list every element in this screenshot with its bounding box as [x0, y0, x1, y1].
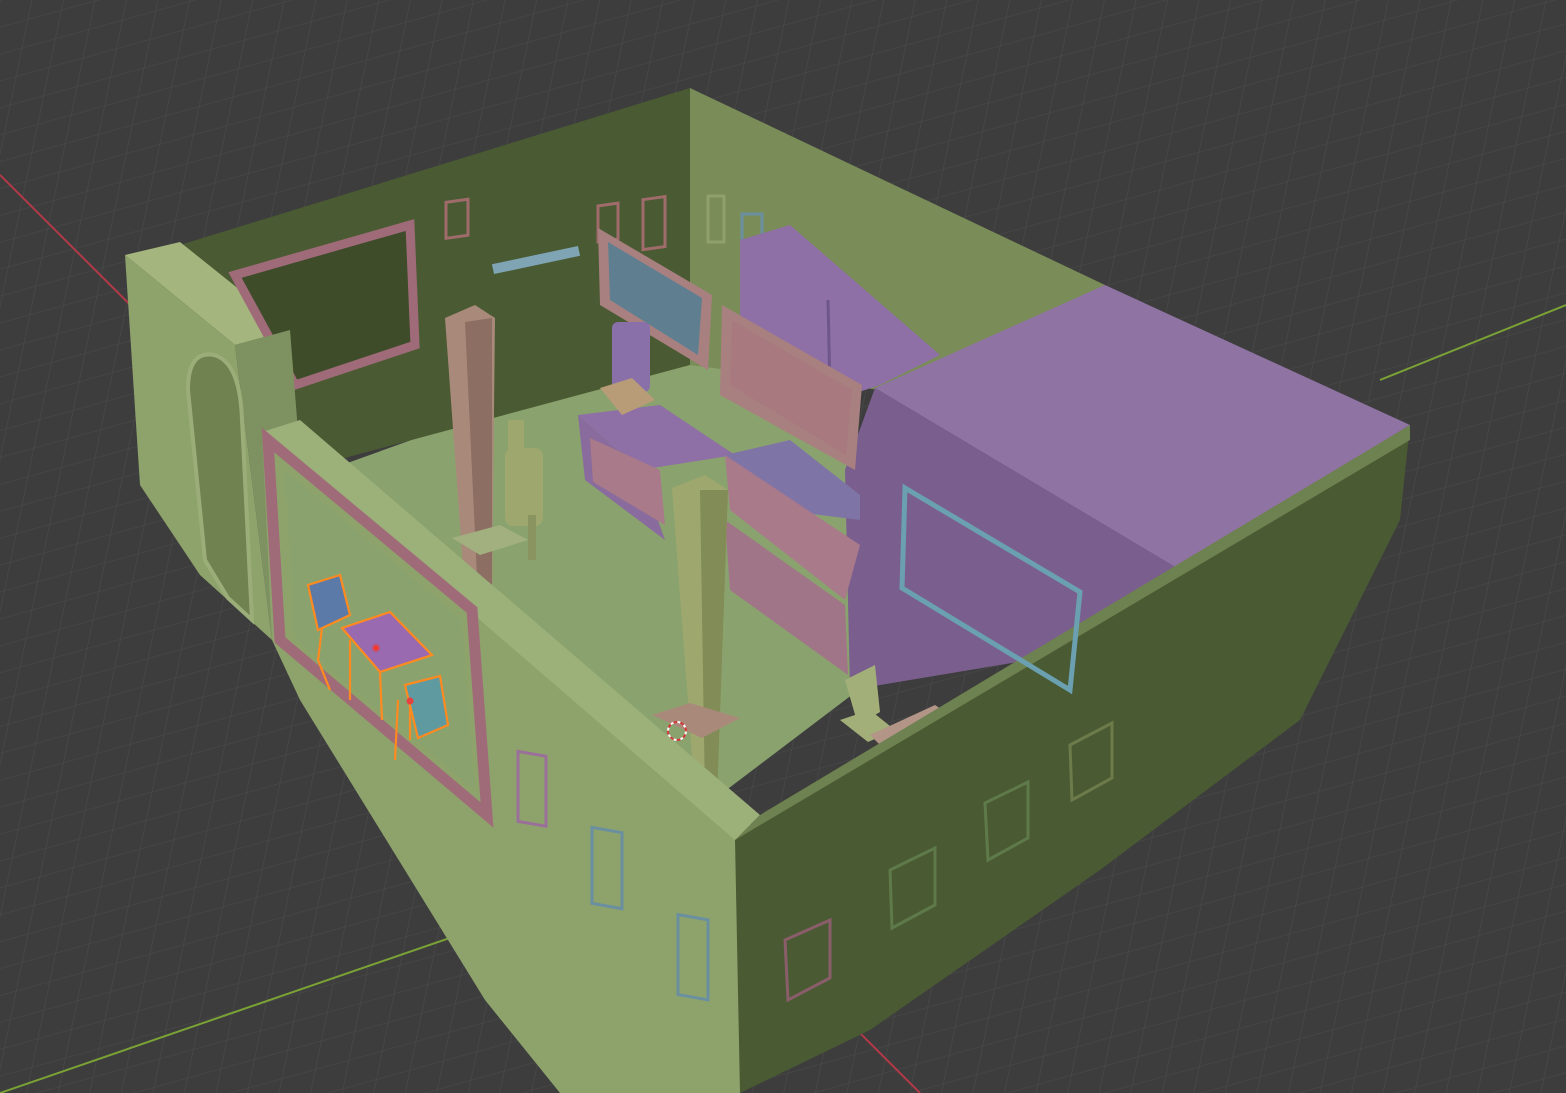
selection-origin [406, 697, 414, 705]
cylinder-top [508, 420, 524, 454]
cylinder-tank [505, 448, 543, 526]
3d-viewport[interactable] [0, 0, 1566, 1093]
tank-leg [528, 515, 536, 560]
selection-origin [372, 644, 380, 652]
